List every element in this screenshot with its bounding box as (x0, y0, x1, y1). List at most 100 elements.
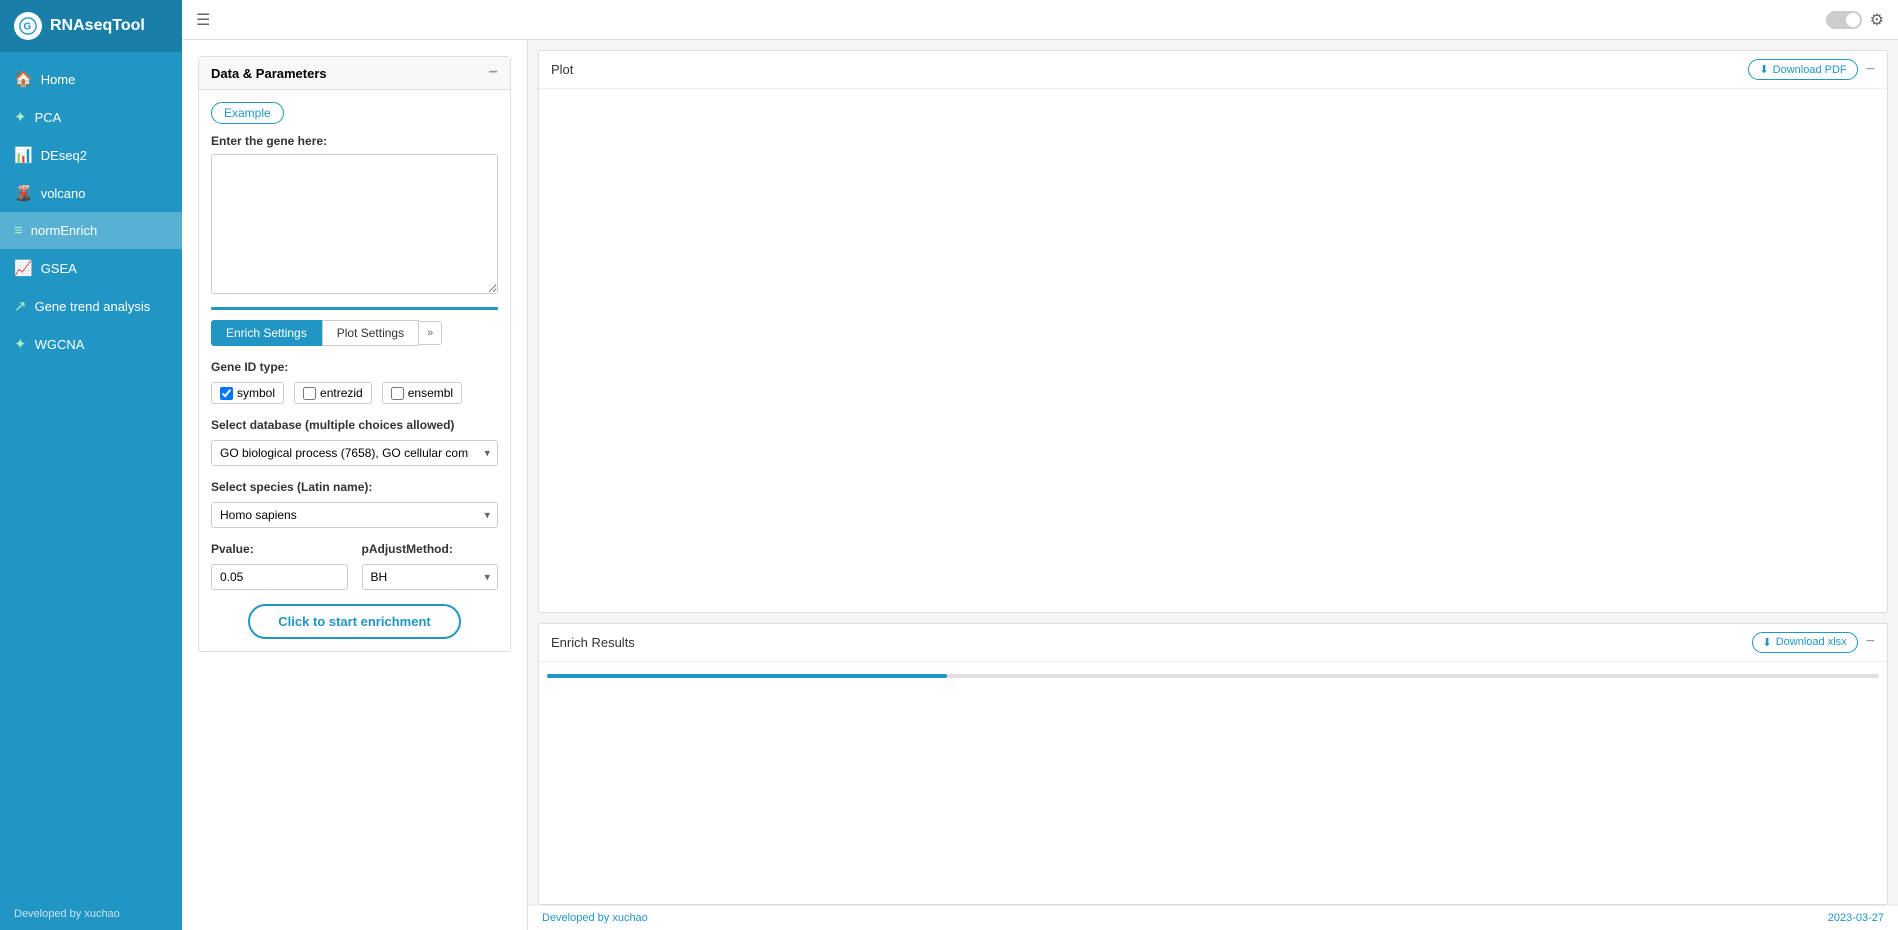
svg-text:G: G (24, 22, 32, 33)
settings-tabs: Enrich Settings Plot Settings » (211, 320, 498, 346)
sidebar-item-pca[interactable]: ✦ PCA (0, 98, 182, 136)
topbar-right: ⚙ (1826, 10, 1884, 30)
right-panel: Plot ⬇ Download PDF − Enrich Results (528, 40, 1898, 930)
sidebar-item-volcano[interactable]: 🌋 volcano (0, 174, 182, 212)
sidebar-item-label: GSEA (41, 261, 77, 276)
data-params-title: Data & Parameters (211, 66, 327, 81)
gene-field-label: Enter the gene here: (211, 134, 498, 148)
gene-input[interactable] (211, 154, 498, 294)
sidebar-footer: Developed by xuchao (0, 898, 182, 930)
plot-section: Plot ⬇ Download PDF − (538, 50, 1888, 613)
collapse-enrich-button[interactable]: − (1866, 634, 1875, 650)
sidebar-item-label: DEseq2 (41, 148, 87, 163)
topbar: ☰ ⚙ (182, 0, 1898, 40)
pvalue-label: Pvalue: (211, 542, 348, 556)
symbol-label: symbol (237, 386, 275, 400)
padjust-dropdown-wrapper: BH holm bonferroni BF ▾ (362, 564, 499, 590)
symbol-checkbox[interactable] (220, 387, 233, 400)
sidebar-item-label: volcano (41, 186, 86, 201)
sidebar-item-label: PCA (35, 110, 62, 125)
enrich-results-title: Enrich Results (551, 635, 635, 650)
tab-more-button[interactable]: » (419, 321, 442, 345)
entrezid-label: entrezid (320, 386, 363, 400)
app-logo: G (14, 12, 42, 40)
plot-header: Plot ⬇ Download PDF − (539, 51, 1887, 89)
gene-trend-icon: ↗ (14, 297, 27, 315)
enrich-progress-bar-fill (547, 674, 947, 678)
menu-icon[interactable]: ☰ (196, 10, 210, 30)
bottom-bar: Developed by xuchao 2023-03-27 (528, 905, 1898, 930)
ensembl-checkbox[interactable] (391, 387, 404, 400)
gene-id-label: Gene ID type: (211, 360, 498, 374)
sidebar-item-deseq2[interactable]: 📊 DEseq2 (0, 136, 182, 174)
left-panel: Data & Parameters − Example Enter the ge… (182, 40, 528, 930)
pvalue-row: Pvalue: pAdjustMethod: BH holm bonferron… (211, 542, 498, 590)
sidebar-item-gene-trend[interactable]: ↗ Gene trend analysis (0, 287, 182, 325)
checkbox-entrezid[interactable]: entrezid (294, 382, 372, 404)
data-params-section: Data & Parameters − Example Enter the ge… (198, 56, 511, 652)
database-label: Select database (multiple choices allowe… (211, 418, 498, 432)
padjust-select[interactable]: BH holm bonferroni BF (362, 564, 499, 590)
download-xlsx-button[interactable]: ⬇ Download xlsx (1752, 632, 1858, 653)
download-pdf-icon: ⬇ (1759, 63, 1768, 76)
footer-left: Developed by xuchao (14, 908, 120, 920)
padjust-col: pAdjustMethod: BH holm bonferroni BF ▾ (362, 542, 499, 590)
padjust-label: pAdjustMethod: (362, 542, 499, 556)
download-pdf-label: Download PDF (1773, 64, 1847, 76)
sidebar: G RNAseqTool 🏠 Home ✦ PCA 📊 DEseq2 🌋 vol… (0, 0, 182, 930)
deseq2-icon: 📊 (14, 146, 33, 164)
species-label: Select species (Latin name): (211, 480, 498, 494)
footer-date: 2023-03-27 (1828, 912, 1884, 924)
entrezid-checkbox[interactable] (303, 387, 316, 400)
normenrich-icon: ≡ (14, 222, 23, 239)
gear-icon[interactable]: ⚙ (1870, 10, 1884, 30)
volcano-icon: 🌋 (14, 184, 33, 202)
enrich-results-section: Enrich Results ⬇ Download xlsx − (538, 623, 1888, 905)
sidebar-item-normenrich[interactable]: ≡ normEnrich (0, 212, 182, 249)
species-select[interactable]: Homo sapiens Mus musculus Rattus norvegi… (211, 502, 498, 528)
species-dropdown-wrapper: Homo sapiens Mus musculus Rattus norvegi… (211, 502, 498, 528)
enrich-progress-bar-wrap (547, 674, 1879, 678)
database-select[interactable]: GO biological process (7658), GO cellula… (211, 440, 498, 466)
home-icon: 🏠 (14, 70, 33, 88)
blue-divider (211, 307, 498, 310)
pca-icon: ✦ (14, 108, 27, 126)
main: ☰ ⚙ Data & Parameters − Example Enter th… (182, 0, 1898, 930)
checkbox-ensembl[interactable]: ensembl (382, 382, 462, 404)
sidebar-item-home[interactable]: 🏠 Home (0, 60, 182, 98)
sidebar-item-label: Gene trend analysis (35, 299, 151, 314)
example-button[interactable]: Example (211, 102, 284, 124)
gsea-icon: 📈 (14, 259, 33, 277)
sidebar-item-gsea[interactable]: 📈 GSEA (0, 249, 182, 287)
pvalue-input[interactable] (211, 564, 348, 590)
download-xlsx-label: Download xlsx (1776, 636, 1847, 648)
theme-toggle[interactable] (1826, 11, 1862, 29)
pvalue-col: Pvalue: (211, 542, 348, 590)
sidebar-item-label: Home (41, 72, 76, 87)
enrich-results-header: Enrich Results ⬇ Download xlsx − (539, 624, 1887, 662)
database-dropdown-wrapper: GO biological process (7658), GO cellula… (211, 440, 498, 466)
ensembl-label: ensembl (408, 386, 453, 400)
tab-enrich-settings[interactable]: Enrich Settings (211, 320, 322, 346)
start-enrichment-button[interactable]: Click to start enrichment (248, 604, 460, 639)
download-pdf-button[interactable]: ⬇ Download PDF (1748, 59, 1857, 80)
collapse-plot-button[interactable]: − (1866, 62, 1875, 78)
data-params-header: Data & Parameters − (199, 57, 510, 90)
sidebar-item-wgcna[interactable]: ✦ WGCNA (0, 325, 182, 363)
tab-plot-settings[interactable]: Plot Settings (322, 320, 419, 346)
gene-id-options: symbol entrezid ensembl (211, 382, 498, 404)
content-area: Data & Parameters − Example Enter the ge… (182, 40, 1898, 930)
sidebar-item-label: WGCNA (35, 337, 85, 352)
plot-title: Plot (551, 62, 573, 77)
plot-body (539, 89, 1887, 612)
collapse-data-params-button[interactable]: − (489, 65, 498, 81)
checkbox-symbol[interactable]: symbol (211, 382, 284, 404)
sidebar-nav: 🏠 Home ✦ PCA 📊 DEseq2 🌋 volcano ≡ normEn… (0, 52, 182, 898)
footer-credit: Developed by xuchao (542, 912, 648, 924)
download-xlsx-icon: ⬇ (1763, 636, 1772, 649)
sidebar-item-label: normEnrich (31, 223, 97, 238)
app-header: G RNAseqTool (0, 0, 182, 52)
enrich-results-body (539, 662, 1887, 904)
data-params-content: Example Enter the gene here: Enrich Sett… (199, 90, 510, 651)
app-title: RNAseqTool (50, 17, 145, 35)
